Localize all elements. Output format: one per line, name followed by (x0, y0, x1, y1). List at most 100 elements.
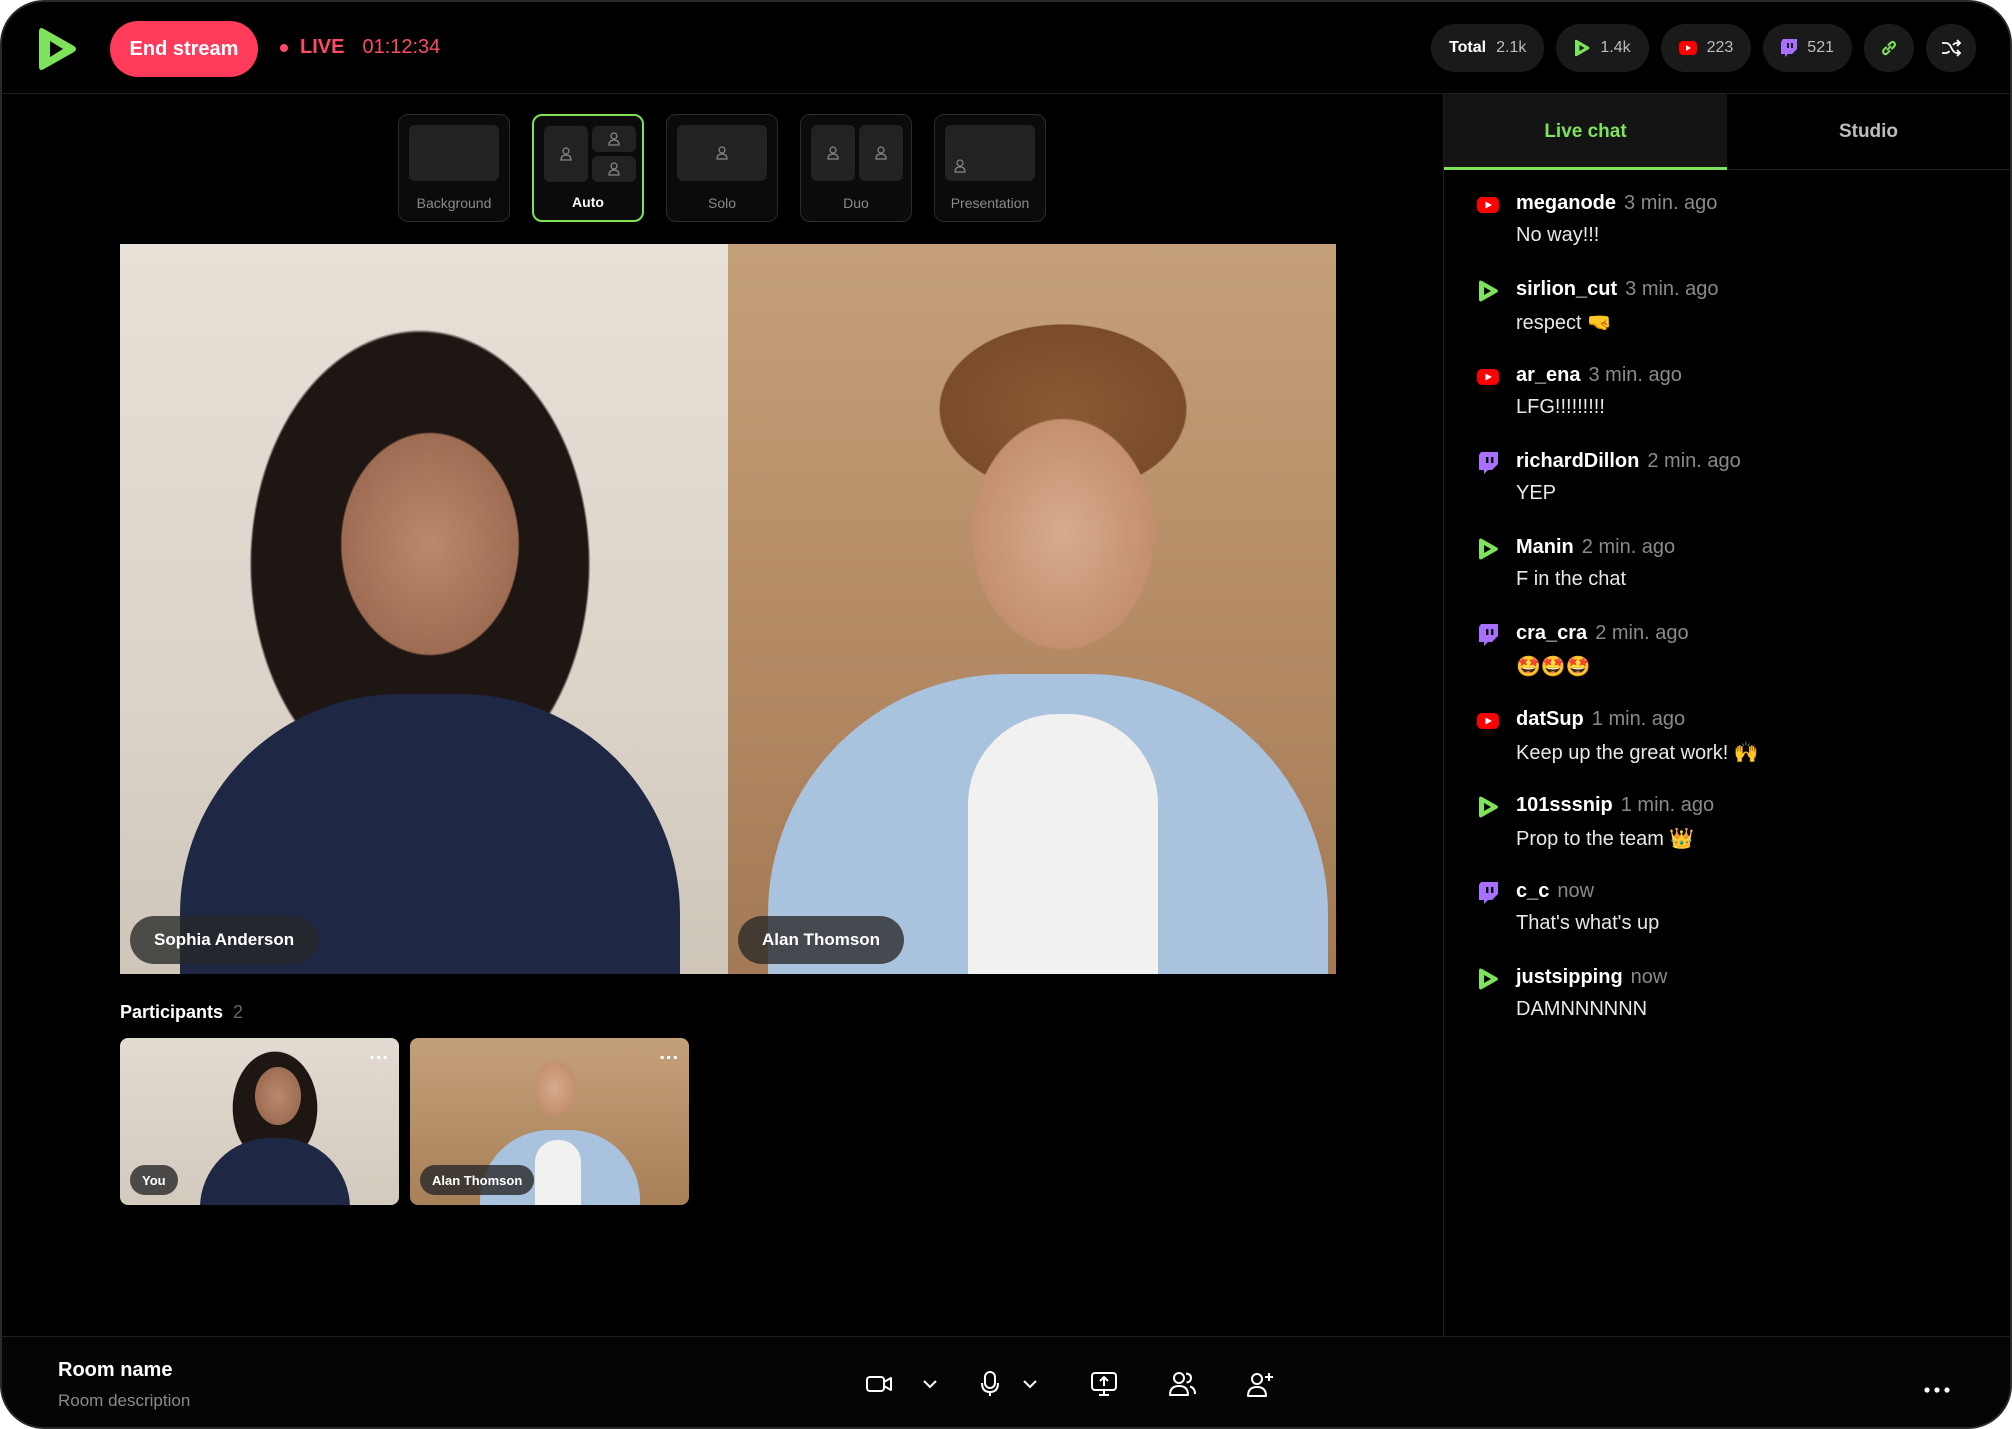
chat-message: justsipping now DAMNNNNNN (1476, 966, 1996, 1052)
participant-tile[interactable]: ... You (120, 1038, 399, 1205)
invite-button[interactable] (1234, 1361, 1286, 1407)
participants-button[interactable] (1156, 1361, 1208, 1407)
microphone-options-button[interactable] (1010, 1361, 1050, 1407)
chat-message-text: respect 🤜 (1516, 312, 1613, 334)
layout-thumb (677, 125, 767, 181)
chat-message-text: DAMNNNNNN (1516, 998, 1648, 1020)
logo-play-icon (1479, 280, 1498, 302)
chat-message-text: No way!!! (1516, 224, 1600, 246)
twitch-icon (1781, 39, 1798, 57)
people-icon (1169, 1372, 1196, 1396)
chat-username[interactable]: sirlion_cut 3 min. ago (1516, 278, 1719, 301)
person-icon (716, 146, 728, 160)
chat-username[interactable]: c_c now (1516, 880, 1594, 903)
screen-share-icon (1091, 1372, 1117, 1396)
logo-play-icon (1479, 796, 1498, 818)
microphone-icon (981, 1371, 999, 1396)
youtube-icon (1477, 197, 1499, 213)
layout-thumb (859, 125, 903, 181)
chat-username-text: meganode (1516, 192, 1617, 214)
chat-username-text: 101sssnip (1516, 794, 1613, 816)
chat-timestamp: now (1630, 966, 1668, 988)
chat-timestamp: now (1557, 880, 1595, 902)
participant-menu-button[interactable]: ... (369, 1042, 389, 1065)
twitch-viewers-value: 521 (1807, 39, 1834, 56)
logo-play-icon (1575, 39, 1590, 57)
youtube-icon (1477, 369, 1499, 385)
chat-username-text: richardDillon (1516, 450, 1640, 472)
participant-name-tag: You (130, 1165, 178, 1195)
chat-username[interactable]: richardDillon 2 min. ago (1516, 450, 1741, 473)
chevron-down-icon (923, 1380, 937, 1389)
chat-username[interactable]: datSup 1 min. ago (1516, 708, 1685, 731)
chat-message-text: That's what's up (1516, 912, 1660, 934)
room-name: Room name (58, 1359, 173, 1381)
chat-username[interactable]: ar_ena 3 min. ago (1516, 364, 1682, 387)
chat-username[interactable]: Manin 2 min. ago (1516, 536, 1675, 559)
room-description: Room description (58, 1391, 191, 1410)
chat-username[interactable]: 101sssnip 1 min. ago (1516, 794, 1714, 817)
chevron-down-icon (1023, 1380, 1037, 1389)
chat-message: datSup 1 min. ago Keep up the great work! … (1476, 708, 1996, 794)
speaker-video[interactable]: Alan Thomson (728, 244, 1336, 974)
tab-studio[interactable]: Studio (1727, 94, 2010, 169)
live-dot (280, 43, 288, 52)
chat-message: ar_ena 3 min. ago LFG!!!!!!!!! (1476, 364, 1996, 450)
video-figure (968, 714, 1158, 974)
total-value: 2.1k (1496, 39, 1527, 56)
chat-message: sirlion_cut 3 min. ago respect 🤜 (1476, 278, 1996, 364)
person-icon (954, 159, 966, 173)
speaker-video[interactable]: Sophia Anderson (120, 244, 728, 974)
layout-solo[interactable]: Solo (666, 114, 778, 222)
participant-tile[interactable]: ... Alan Thomson (410, 1038, 689, 1205)
more-icon (1924, 1387, 1950, 1393)
participant-name-tag: Alan Thomson (420, 1165, 535, 1195)
chat-timestamp: 2 min. ago (1581, 536, 1676, 558)
chat-username[interactable]: cra_cra 2 min. ago (1516, 622, 1689, 645)
participant-menu-button[interactable]: ... (659, 1042, 679, 1065)
chat-message: meganode 3 min. ago No way!!! (1476, 192, 1996, 278)
layout-label: Solo (707, 195, 737, 211)
tab-live-chat[interactable]: Live chat (1444, 94, 1727, 170)
participants-list: ... You ... Alan Thomson (120, 1038, 689, 1205)
copy-link-button[interactable] (1864, 24, 1914, 72)
shuffle-button[interactable] (1926, 24, 1976, 72)
layout-label: Duo (843, 195, 869, 211)
chat-messages: meganode 3 min. ago No way!!! sirlion_cut 3 … (1476, 192, 1996, 1052)
layout-duo[interactable]: Duo (800, 114, 912, 222)
layout-label: Presentation (950, 195, 1030, 211)
camera-button[interactable] (848, 1361, 910, 1407)
layout-label: Background (416, 195, 492, 211)
video-figure (200, 1138, 350, 1205)
logo-play-icon (39, 28, 76, 70)
chat-message-text: F in the chat (1516, 568, 1627, 590)
live-label: LIVE (300, 36, 345, 58)
twitch-icon (1479, 452, 1498, 474)
logo-play-icon (1479, 538, 1498, 560)
layout-selector: Background Auto Solo Duo Presentation (398, 114, 1046, 222)
person-icon (875, 146, 887, 160)
logo-play-icon (1479, 968, 1498, 990)
chat-username-text: c_c (1516, 880, 1550, 902)
twitch-viewers-pill: 521 (1763, 24, 1852, 72)
end-stream-button[interactable]: End stream (110, 21, 258, 77)
camera-options-button[interactable] (910, 1361, 950, 1407)
speaker-name-tag: Alan Thomson (738, 916, 905, 964)
camera-icon (866, 1376, 892, 1392)
chat-tabs: Live chat Studio (1444, 94, 2010, 170)
chat-username[interactable]: justsipping now (1516, 966, 1667, 989)
chat-message-text: 🤩🤩🤩 (1516, 656, 1591, 678)
person-icon (608, 162, 620, 176)
screen-share-button[interactable] (1078, 1361, 1130, 1407)
chat-message: richardDillon 2 min. ago YEP (1476, 450, 1996, 536)
layout-background[interactable]: Background (398, 114, 510, 222)
chat-username[interactable]: meganode 3 min. ago (1516, 192, 1717, 215)
more-options-button[interactable] (1920, 1367, 1954, 1413)
participants-title: Participants (120, 1002, 224, 1022)
chat-username-text: sirlion_cut (1516, 278, 1618, 300)
chat-panel: Live chat Studio meganode 3 min. ago No wa… (1443, 94, 2010, 1336)
layout-auto[interactable]: Auto (532, 114, 644, 222)
layout-presentation[interactable]: Presentation (934, 114, 1046, 222)
microphone-button[interactable] (970, 1361, 1010, 1407)
chat-message: cra_cra 2 min. ago 🤩🤩🤩 (1476, 622, 1996, 708)
